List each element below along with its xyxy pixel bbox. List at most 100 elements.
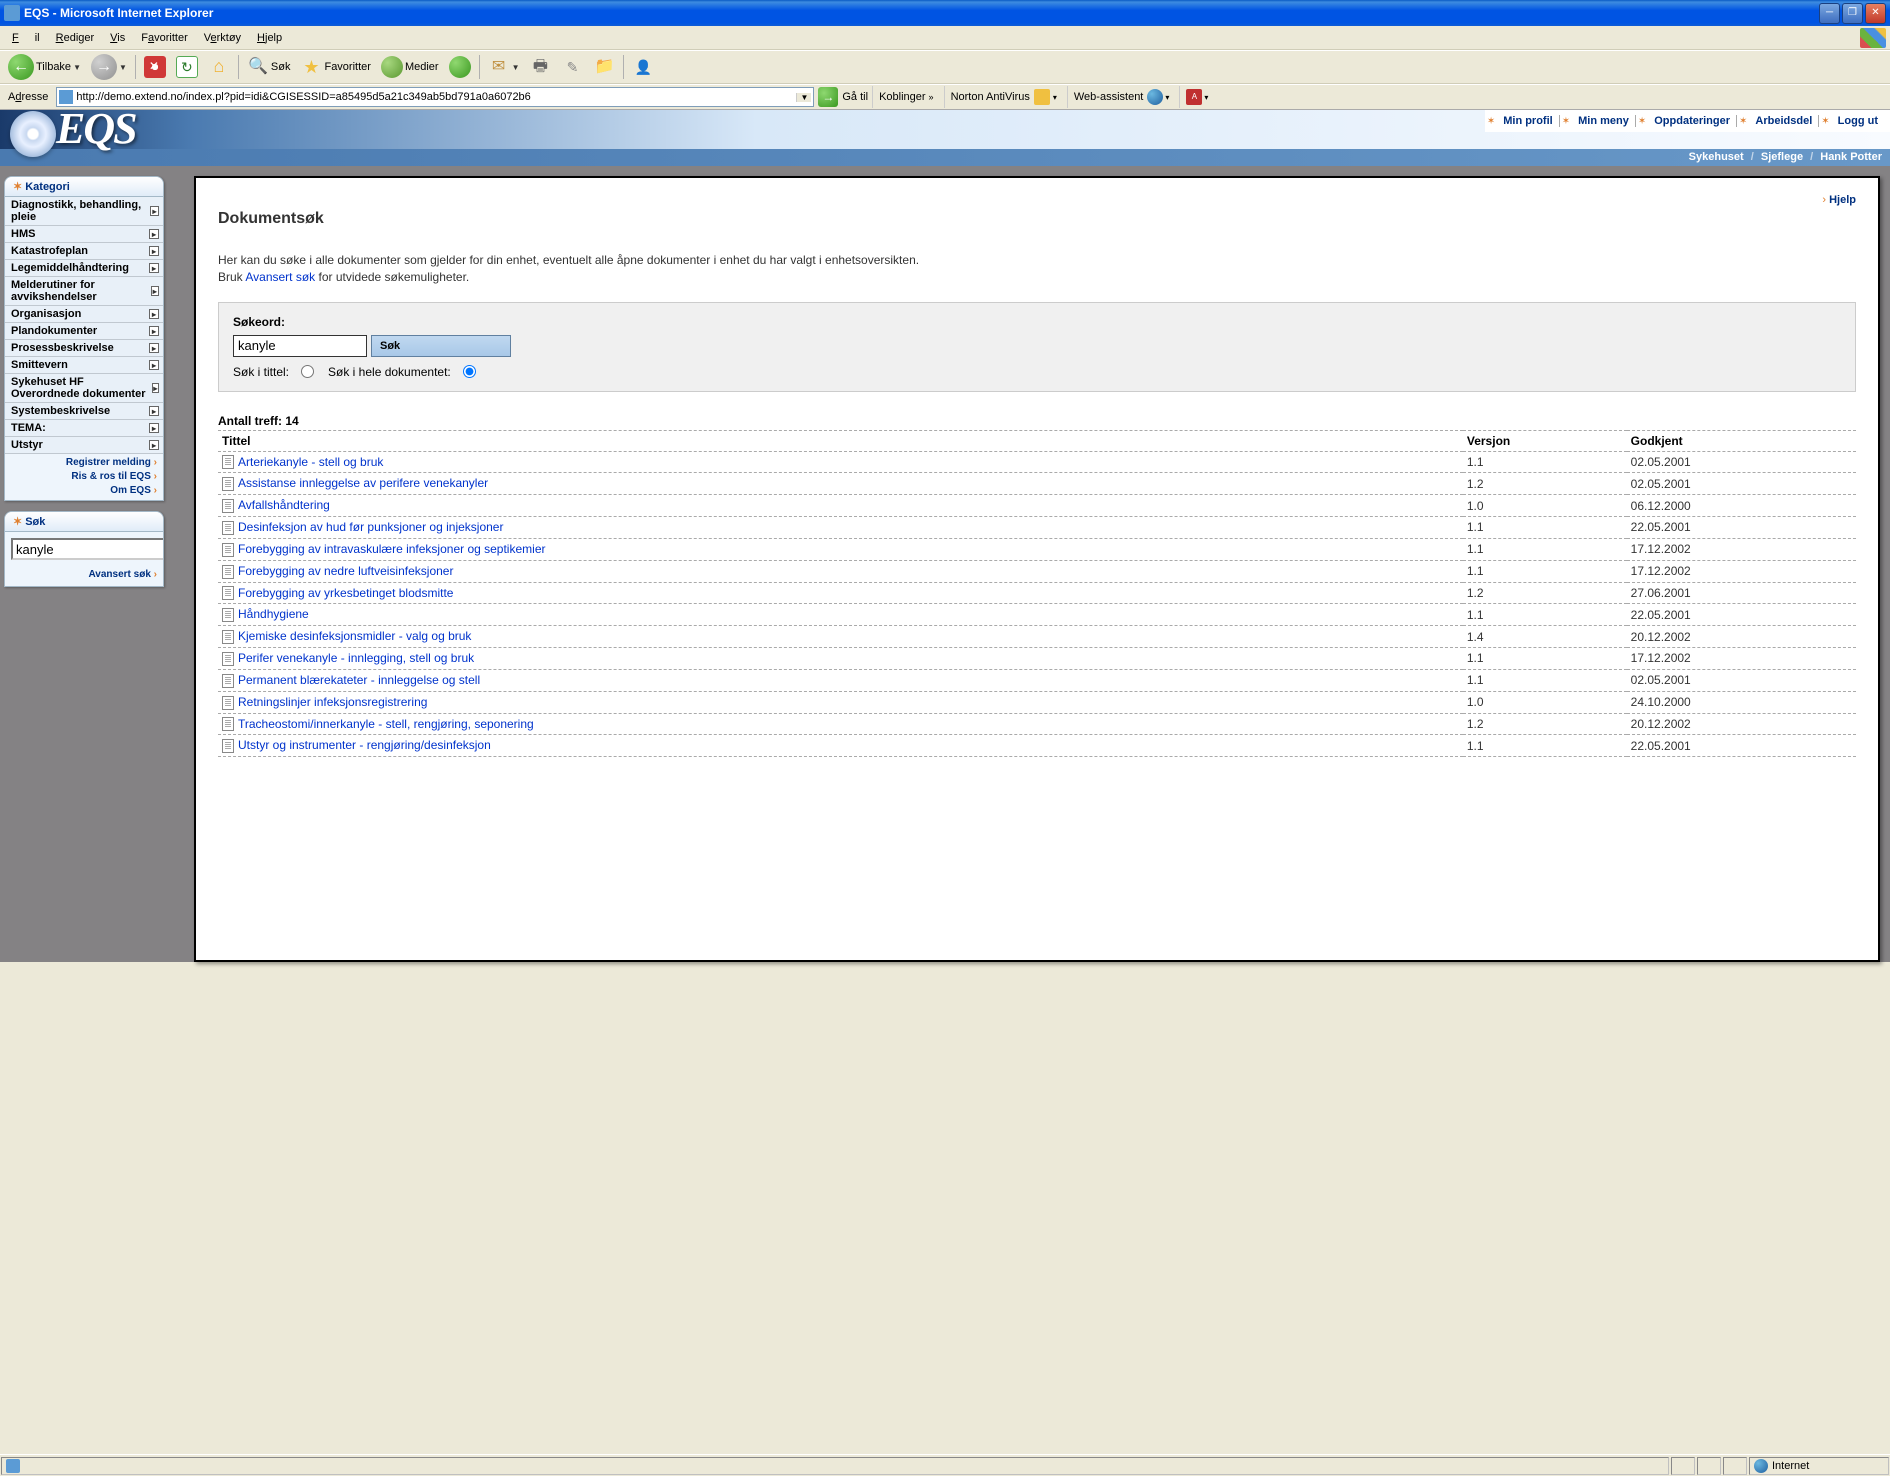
result-approved: 06.12.2000 xyxy=(1627,495,1856,517)
norton-section[interactable]: Norton AntiVirus ▾ xyxy=(944,86,1063,108)
search-keyword-input[interactable] xyxy=(233,335,367,357)
document-icon xyxy=(222,543,234,557)
sidebar-search-input[interactable] xyxy=(11,538,164,560)
home-button[interactable]: ⌂ xyxy=(204,54,234,80)
org-name: Sykehuset xyxy=(1689,151,1744,163)
result-link[interactable]: Avfallshåndtering xyxy=(238,498,330,512)
folder-button[interactable]: 📁 xyxy=(589,54,619,80)
category-item[interactable]: Sykehuset HF Overordnede dokumenter▸ xyxy=(5,374,163,403)
category-item[interactable]: TEMA:▸ xyxy=(5,420,163,437)
address-label: Adresse xyxy=(4,91,52,103)
chevron-down-icon: ▼ xyxy=(119,63,127,72)
document-icon xyxy=(222,739,234,753)
messenger-button[interactable]: 👤 xyxy=(628,54,658,80)
minimize-button[interactable]: ─ xyxy=(1819,3,1840,24)
url-dropdown[interactable]: ▼ xyxy=(796,93,811,102)
history-button[interactable] xyxy=(445,54,475,80)
menu-edit[interactable]: Rediger xyxy=(48,30,103,46)
back-button[interactable]: ← Tilbake ▼ xyxy=(4,52,85,82)
category-item[interactable]: Systembeskrivelse▸ xyxy=(5,403,163,420)
forward-button[interactable]: → ▼ xyxy=(87,52,131,82)
result-link[interactable]: Retningslinjer infeksjonsregistrering xyxy=(238,695,427,709)
radio-full[interactable] xyxy=(463,365,476,378)
nav-logout[interactable]: Logg ut xyxy=(1832,115,1884,127)
category-item[interactable]: Diagnostikk, behandling, pleie▸ xyxy=(5,197,163,226)
link-register[interactable]: Registrer melding › xyxy=(11,456,157,470)
result-link[interactable]: Arteriekanyle - stell og bruk xyxy=(238,455,383,469)
result-link[interactable]: Forebygging av nedre luftveisinfeksjoner xyxy=(238,564,453,578)
link-ros[interactable]: Ris & ros til EQS › xyxy=(11,470,157,484)
pdf-section[interactable]: A▾ xyxy=(1179,86,1214,108)
result-version: 1.2 xyxy=(1463,582,1627,604)
go-button[interactable]: → xyxy=(818,87,838,107)
nav-updates[interactable]: Oppdateringer xyxy=(1648,115,1737,127)
sidebar-advanced-search[interactable]: Avansert søk › xyxy=(88,569,157,580)
result-version: 1.2 xyxy=(1463,713,1627,735)
media-button[interactable]: Medier xyxy=(377,54,443,80)
result-link[interactable]: Desinfeksjon av hud før punksjoner og in… xyxy=(238,520,503,534)
result-version: 1.1 xyxy=(1463,669,1627,691)
result-row: Håndhygiene1.122.05.2001 xyxy=(218,604,1856,626)
link-about[interactable]: Om EQS › xyxy=(11,484,157,498)
menu-view[interactable]: Vis xyxy=(102,30,133,46)
url-input[interactable] xyxy=(76,91,796,103)
nav-menu[interactable]: Min meny xyxy=(1572,115,1636,127)
category-label: Diagnostikk, behandling, pleie xyxy=(11,199,150,223)
search-submit-button[interactable]: Søk xyxy=(371,335,511,357)
category-item[interactable]: Plandokumenter▸ xyxy=(5,323,163,340)
result-row: Kjemiske desinfeksjonsmidler - valg og b… xyxy=(218,626,1856,648)
folder-icon: 📁 xyxy=(593,56,615,78)
nav-profile[interactable]: Min profil xyxy=(1497,115,1560,127)
menu-help[interactable]: Hjelp xyxy=(249,30,290,46)
expand-icon: ▸ xyxy=(149,326,159,336)
favorites-button[interactable]: ★Favoritter xyxy=(296,54,374,80)
help-link[interactable]: Hjelp xyxy=(1829,194,1856,206)
document-icon xyxy=(222,586,234,600)
nav-workspace[interactable]: Arbeidsdel xyxy=(1749,115,1819,127)
links-section[interactable]: Koblinger » xyxy=(872,86,940,108)
category-item[interactable]: Organisasjon▸ xyxy=(5,306,163,323)
result-link[interactable]: Håndhygiene xyxy=(238,607,309,621)
menu-file[interactable]: Fil xyxy=(4,30,48,46)
app-body: ✶Kategori Diagnostikk, behandling, pleie… xyxy=(0,166,1890,962)
result-link[interactable]: Forebygging av yrkesbetinget blodsmitte xyxy=(238,586,453,600)
category-item[interactable]: Prosessbeskrivelse▸ xyxy=(5,340,163,357)
radio-title[interactable] xyxy=(301,365,314,378)
close-button[interactable]: ✕ xyxy=(1865,3,1886,24)
category-item[interactable]: Smittevern▸ xyxy=(5,357,163,374)
panel-links: Registrer melding › Ris & ros til EQS › … xyxy=(5,454,163,500)
category-item[interactable]: HMS▸ xyxy=(5,226,163,243)
menu-tools[interactable]: Verktøy xyxy=(196,30,249,46)
result-link[interactable]: Permanent blærekateter - innleggelse og … xyxy=(238,673,480,687)
advanced-search-link[interactable]: Avansert søk xyxy=(245,270,315,284)
category-item[interactable]: Melderutiner for avvikshendelser▸ xyxy=(5,277,163,306)
document-icon xyxy=(222,652,234,666)
result-link[interactable]: Perifer venekanyle - innlegging, stell o… xyxy=(238,651,474,665)
result-version: 1.1 xyxy=(1463,451,1627,473)
stop-button[interactable] xyxy=(140,54,170,80)
result-link[interactable]: Assistanse innleggelse av perifere venek… xyxy=(238,476,488,490)
category-item[interactable]: Legemiddelhåndtering▸ xyxy=(5,260,163,277)
result-link[interactable]: Tracheostomi/innerkanyle - stell, rengjø… xyxy=(238,717,534,731)
document-icon xyxy=(222,565,234,579)
app-header: EQS ✶ Min profil✶ Min meny✶ Oppdateringe… xyxy=(0,110,1890,149)
url-input-box[interactable]: ▼ xyxy=(56,87,814,107)
result-row: Perifer venekanyle - innlegging, stell o… xyxy=(218,648,1856,670)
result-link[interactable]: Kjemiske desinfeksjonsmidler - valg og b… xyxy=(238,629,471,643)
webassist-section[interactable]: Web-assistent▾ xyxy=(1067,86,1176,108)
search-button[interactable]: 🔍Søk xyxy=(243,54,295,80)
radio-full-label: Søk i hele dokumentet: xyxy=(328,365,451,379)
category-item[interactable]: Utstyr▸ xyxy=(5,437,163,454)
user-name: Hank Potter xyxy=(1820,151,1882,163)
status-cell xyxy=(1697,1457,1721,1475)
maximize-button[interactable]: ❐ xyxy=(1842,3,1863,24)
menu-favorites[interactable]: Favoritter xyxy=(133,30,195,46)
expand-icon: ▸ xyxy=(149,246,159,256)
edit-button[interactable]: ✎ xyxy=(557,54,587,80)
refresh-button[interactable]: ↻ xyxy=(172,54,202,80)
mail-button[interactable]: ✉▼ xyxy=(484,54,524,80)
result-link[interactable]: Utstyr og instrumenter - rengjøring/desi… xyxy=(238,738,491,752)
print-button[interactable]: 🖶 xyxy=(525,54,555,80)
result-link[interactable]: Forebygging av intravaskulære infeksjone… xyxy=(238,542,545,556)
category-item[interactable]: Katastrofeplan▸ xyxy=(5,243,163,260)
